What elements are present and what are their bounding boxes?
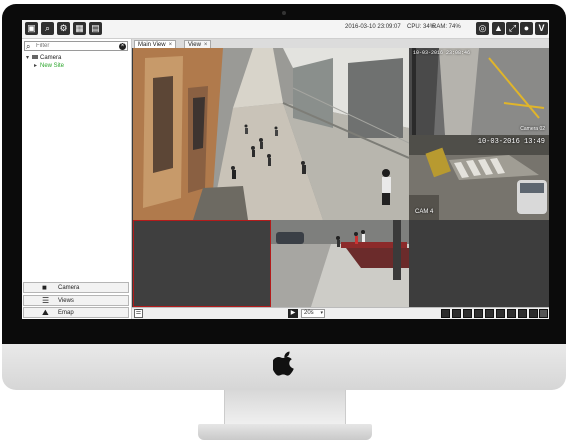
video-wall-icon[interactable]: ▤ xyxy=(89,22,102,35)
apple-logo-icon xyxy=(273,351,294,376)
layout-grid-icon[interactable]: ▦ xyxy=(73,22,86,35)
user-icon[interactable]: ● xyxy=(520,22,533,35)
settings-gear-icon[interactable]: ⚙ xyxy=(57,22,70,35)
camera-group-icon xyxy=(32,55,38,60)
play-icon[interactable]: ▶ xyxy=(288,309,298,318)
tile-camera-label: Camera 02 xyxy=(520,126,545,132)
view-tabs: Main View × View × xyxy=(132,39,549,48)
parking-camera-feed xyxy=(409,135,549,220)
live-view-icon[interactable]: ▣ xyxy=(25,22,38,35)
video-tile-empty[interactable] xyxy=(409,220,549,307)
nav-emap-label: Emap xyxy=(58,310,74,316)
nav-views-label: Views xyxy=(58,298,74,304)
bottom-controls: ☰ ▶ 20s ▾ xyxy=(132,307,549,319)
fullscreen-icon[interactable]: ⤢ xyxy=(506,22,519,35)
layout-5x5-icon[interactable] xyxy=(507,309,516,318)
mall-camera-feed xyxy=(133,48,409,220)
top-toolbar: ▣ ⌕ ⚙ ▦ ▤ 2016-03-10 23:09:07 CPU: 34% R… xyxy=(22,20,549,39)
emap-icon: ⛰ xyxy=(42,308,49,317)
tab-view[interactable]: View × xyxy=(184,40,212,48)
clear-search-icon[interactable]: × xyxy=(119,43,126,50)
street-camera-feed xyxy=(271,220,409,307)
search-icon: ⌕ xyxy=(26,42,31,51)
layout-2x2-icon[interactable] xyxy=(452,309,461,318)
layout-1plus5-icon[interactable] xyxy=(463,309,472,318)
nav-views-button[interactable]: ☰ Views xyxy=(23,295,129,306)
tree-child-label: New Site xyxy=(40,63,65,69)
brand-logo-icon: V xyxy=(535,22,548,35)
video-grid: 10-03-2016 23:08:46 Camera 02 10-03-2016… xyxy=(133,48,549,307)
cpu-usage: CPU: 34% xyxy=(407,24,436,30)
nav-camera-button[interactable]: ■ Camera xyxy=(23,282,129,293)
tree-node-site[interactable]: ▸ New Site xyxy=(26,62,64,70)
list-view-icon[interactable]: ☰ xyxy=(134,309,143,318)
video-tile-mall[interactable] xyxy=(133,48,409,220)
ram-usage: RAM: 74% xyxy=(432,24,461,30)
layout-1plus7-icon[interactable] xyxy=(485,309,494,318)
monitor-stand-neck xyxy=(224,390,346,428)
headset-icon[interactable]: ◎ xyxy=(476,22,489,35)
nav-camera-label: Camera xyxy=(58,285,80,291)
camera-icon: ■ xyxy=(42,283,47,292)
search-playback-icon[interactable]: ⌕ xyxy=(41,22,54,35)
fullscreen-grid-icon[interactable] xyxy=(539,309,548,318)
alarm-bell-icon[interactable]: ▲ xyxy=(492,22,505,35)
app-window: ▣ ⌕ ⚙ ▦ ▤ 2016-03-10 23:09:07 CPU: 34% R… xyxy=(22,20,549,319)
tile-timestamp: 10-03-2016 13:49 xyxy=(477,138,545,146)
nav-emap-button[interactable]: ⛰ Emap xyxy=(23,307,129,318)
sidebar: ⌕ × ▾Camera ▸New Site ■ Camera ☰ Views ⛰… xyxy=(22,39,132,319)
chevron-down-icon: ▾ xyxy=(320,310,323,316)
video-tile-parking[interactable]: 10-03-2016 13:49 CAM 4 xyxy=(409,135,549,220)
layout-custom-icon[interactable] xyxy=(529,309,538,318)
monitor-stand-foot xyxy=(198,424,372,440)
playback-speed-value: 20s xyxy=(304,310,314,316)
views-list-icon: ☰ xyxy=(42,296,50,305)
datetime-readout: 2016-03-10 23:09:07 xyxy=(345,24,401,30)
webcam-dot xyxy=(282,11,286,15)
playback-speed-select[interactable]: 20s ▾ xyxy=(301,309,325,318)
device-tree: ▾ Camera ▸ New Site xyxy=(26,54,64,70)
tree-node-camera[interactable]: ▾ Camera xyxy=(26,54,64,62)
video-tile-empty-selected[interactable] xyxy=(133,220,271,307)
tree-root-label: Camera xyxy=(40,55,62,61)
search-input[interactable] xyxy=(36,42,116,50)
layout-6x6-icon[interactable] xyxy=(518,309,527,318)
video-tile-street[interactable] xyxy=(271,220,409,307)
road-camera-feed xyxy=(409,48,549,135)
tile-camera-label: CAM 4 xyxy=(415,209,434,215)
layout-4x4-icon[interactable] xyxy=(496,309,505,318)
tile-timestamp: 10-03-2016 23:08:46 xyxy=(413,50,471,56)
tab-main-view[interactable]: Main View × xyxy=(134,40,177,48)
video-tile-road[interactable]: 10-03-2016 23:08:46 Camera 02 xyxy=(409,48,549,135)
search-box: ⌕ × xyxy=(24,41,128,51)
layout-3x3-icon[interactable] xyxy=(474,309,483,318)
layout-1x1-icon[interactable] xyxy=(441,309,450,318)
